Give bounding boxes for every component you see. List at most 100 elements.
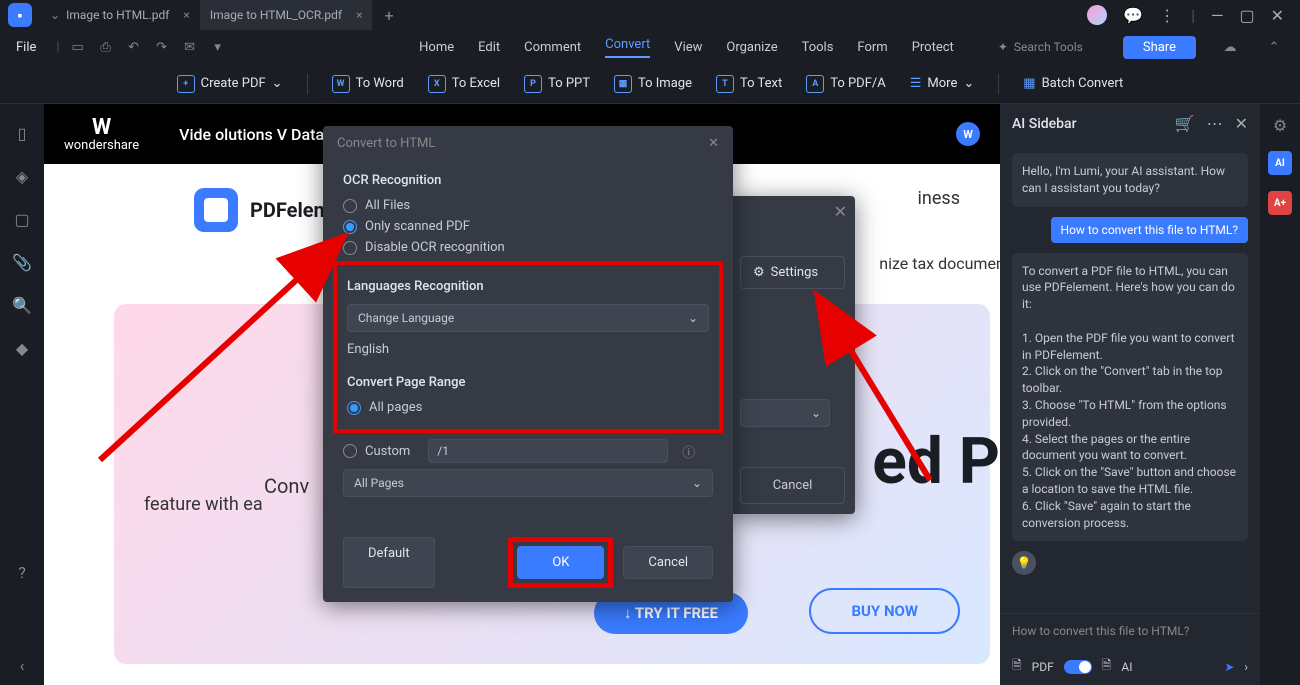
nav-comment[interactable]: Comment — [524, 40, 581, 55]
buy-button[interactable]: BUY NOW — [809, 588, 960, 634]
tb-to-text[interactable]: TTo Text — [716, 75, 782, 93]
chevron-down-icon: ⌄ — [688, 311, 698, 325]
close-icon[interactable]: ✕ — [1271, 6, 1284, 25]
chat-icon[interactable]: 💬 — [1123, 6, 1143, 25]
tb-more[interactable]: ☰More⌄ — [910, 76, 975, 91]
language-select[interactable]: Change Language⌄ — [347, 304, 709, 332]
sliders-icon[interactable]: ⚙ — [1273, 116, 1287, 135]
ocr-heading: OCR Recognition — [343, 173, 713, 188]
default-button[interactable]: Default — [343, 537, 435, 588]
help-icon[interactable]: ? — [18, 563, 26, 582]
bulb-icon[interactable]: 💡 — [1012, 551, 1036, 575]
highlight-box-2: OK — [508, 537, 613, 588]
pdf-toggle[interactable] — [1064, 660, 1092, 674]
cancel-button[interactable]: Cancel — [740, 467, 845, 504]
chevron-left-icon[interactable]: ‹ — [20, 656, 25, 675]
kebab-icon[interactable]: ⋮ — [1159, 6, 1175, 25]
word-icon: W — [332, 75, 350, 93]
language-value: English — [347, 338, 709, 361]
close-icon[interactable]: ✕ — [708, 136, 719, 151]
tb-to-ppt[interactable]: PTo PPT — [524, 75, 590, 93]
close-icon[interactable]: × — [183, 8, 189, 22]
tab-1[interactable]: ⌄ Image to HTML.pdf × — [40, 0, 200, 30]
nav-home[interactable]: Home — [419, 40, 454, 55]
tb-to-image[interactable]: ▦To Image — [614, 75, 692, 93]
ok-button[interactable]: OK — [517, 546, 604, 579]
more-icon[interactable]: ⋯ — [1207, 114, 1223, 133]
text-icon: T — [716, 75, 734, 93]
close-icon[interactable]: ✕ — [834, 202, 847, 221]
close-icon[interactable]: × — [356, 8, 362, 22]
cloud-icon[interactable]: ☁ — [1220, 40, 1240, 55]
tb-to-word[interactable]: WTo Word — [332, 75, 404, 93]
radio-scanned[interactable]: Only scanned PDF — [343, 219, 713, 234]
comment-icon[interactable]: ▢ — [14, 210, 29, 229]
dropdown[interactable]: ⌄ — [740, 399, 830, 427]
nav-organize[interactable]: Organize — [726, 40, 777, 55]
maximize-icon[interactable]: ▢ — [1239, 6, 1254, 25]
cancel-button[interactable]: Cancel — [623, 546, 713, 579]
wondershare-logo: W wondershare — [64, 117, 139, 152]
tb-to-excel[interactable]: XTo Excel — [428, 75, 500, 93]
tax-text: nize tax document — [879, 254, 1000, 273]
tab-label: Image to HTML_OCR.pdf — [210, 8, 342, 22]
ppt-icon: P — [524, 75, 542, 93]
chat-input[interactable]: How to convert this file to HTML? — [1000, 613, 1260, 648]
ai-badge[interactable]: AI — [1268, 151, 1292, 175]
tab-label: Image to HTML.pdf — [66, 8, 169, 22]
radio-custom[interactable]: Customⓘ — [343, 439, 713, 463]
minimize-icon[interactable]: — — [1211, 6, 1224, 25]
radio-all-files[interactable]: All Files — [343, 198, 713, 213]
range-heading: Convert Page Range — [347, 375, 709, 390]
mail-icon[interactable]: ✉ — [180, 40, 200, 55]
attachment-icon[interactable]: 📎 — [12, 253, 32, 272]
sparkle-icon: ✦ — [998, 40, 1008, 54]
nav-convert[interactable]: Convert — [605, 37, 650, 58]
open-icon[interactable]: ▭ — [68, 40, 88, 55]
radio-all-pages[interactable]: All pages — [347, 400, 709, 415]
page-icon[interactable]: ▯ — [18, 124, 27, 143]
collapse-icon[interactable]: ⌃ — [1264, 40, 1284, 55]
radio-disable[interactable]: Disable OCR recognition — [343, 240, 713, 255]
redo-icon[interactable]: ↷ — [152, 40, 172, 55]
settings-button[interactable]: ⚙Settings — [740, 256, 845, 289]
print-icon[interactable]: ⎙ — [96, 40, 116, 55]
chevron-right-icon[interactable]: › — [1244, 660, 1248, 674]
nav-view[interactable]: View — [674, 40, 702, 55]
dialog-title: Convert to HTML — [337, 136, 435, 151]
sidebar-title: AI Sidebar — [1012, 116, 1077, 132]
ai-greeting: Hello, I'm Lumi, your AI assistant. How … — [1012, 153, 1248, 207]
share-button[interactable]: Share — [1123, 36, 1196, 59]
custom-range-input[interactable] — [428, 439, 668, 463]
bookmark-icon[interactable]: ◈ — [16, 167, 28, 186]
gear-icon: ⚙ — [753, 265, 765, 280]
nav-form[interactable]: Form — [857, 40, 887, 55]
send-icon[interactable]: ➤ — [1224, 660, 1234, 674]
highlight-box-1: Languages Recognition Change Language⌄ E… — [333, 261, 723, 433]
undo-icon[interactable]: ↶ — [124, 40, 144, 55]
doc-icon: 🗎 — [1102, 656, 1112, 677]
tb-create-pdf[interactable]: +Create PDF⌄ — [177, 75, 283, 93]
tab-2[interactable]: Image to HTML_OCR.pdf × — [200, 0, 373, 30]
image-icon: ▦ — [614, 75, 632, 93]
tb-batch-convert[interactable]: ▦Batch Convert — [1023, 76, 1123, 91]
cart-icon[interactable]: 🛒 — [1175, 114, 1195, 133]
grid-icon: ▦ — [1023, 76, 1035, 91]
doc-icon: 🗎 — [1012, 656, 1022, 677]
tb-to-pdfa[interactable]: ATo PDF/A — [806, 75, 886, 93]
search-tools[interactable]: ✦Search Tools — [998, 40, 1083, 54]
avatar[interactable] — [1087, 5, 1107, 25]
add-tab-button[interactable]: + — [372, 6, 405, 25]
pages-select[interactable]: All Pages⌄ — [343, 469, 713, 497]
a-badge[interactable]: A+ — [1268, 191, 1292, 215]
convert-dialog: Convert to HTML ✕ OCR Recognition All Fi… — [323, 126, 733, 602]
pdfa-icon: A — [806, 75, 824, 93]
nav-edit[interactable]: Edit — [478, 40, 500, 55]
file-menu[interactable]: File — [16, 40, 36, 55]
close-icon[interactable]: ✕ — [1235, 114, 1248, 133]
search-icon[interactable]: 🔍 — [12, 296, 32, 315]
nav-protect[interactable]: Protect — [912, 40, 954, 55]
dropdown-icon[interactable]: ▾ — [208, 40, 228, 55]
nav-tools[interactable]: Tools — [802, 40, 834, 55]
layers-icon[interactable]: ◆ — [16, 339, 28, 358]
